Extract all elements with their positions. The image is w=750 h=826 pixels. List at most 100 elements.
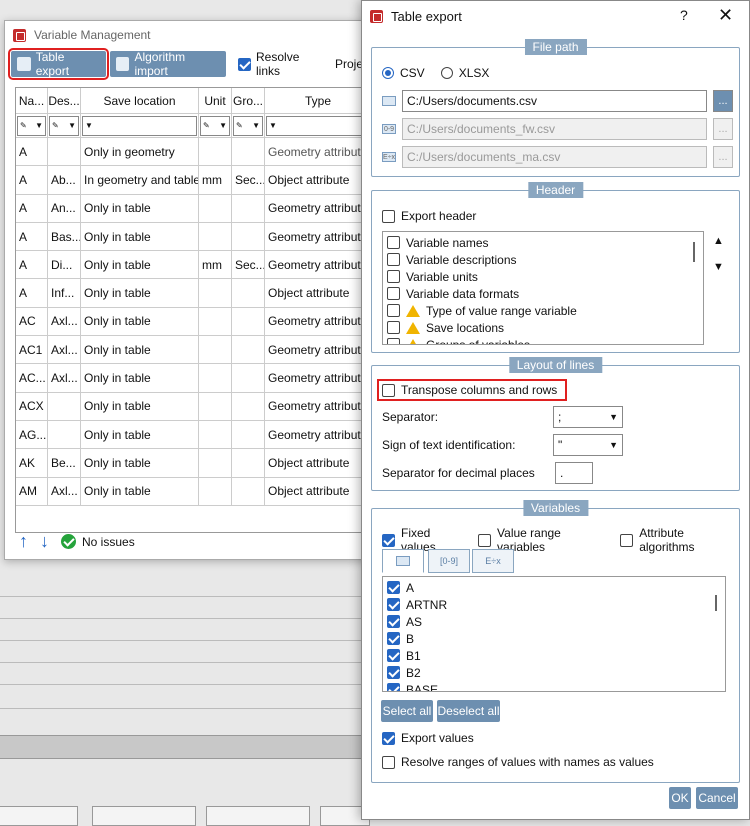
filter-box[interactable]: ✎ ▼ — [233, 115, 263, 136]
move-down-triangle-icon[interactable]: ▼ — [713, 261, 724, 273]
separator-select[interactable]: ; ▼ — [553, 406, 623, 428]
table-cell[interactable]: Ab... — [48, 166, 81, 195]
browse-button-3[interactable]: ... — [713, 146, 733, 168]
table-cell[interactable] — [48, 392, 81, 421]
table-cell[interactable]: AC — [16, 307, 48, 337]
header-list-item[interactable]: Variable data formats — [383, 285, 703, 302]
table-cell[interactable]: A — [16, 194, 48, 223]
table-cell[interactable] — [232, 392, 265, 421]
column-header[interactable]: Save location — [81, 88, 199, 114]
table-export-button[interactable]: Table export — [8, 48, 109, 80]
filter-box[interactable]: ✎ ▼ — [200, 115, 230, 136]
decimal-separator-input[interactable]: . — [555, 462, 593, 484]
table-row[interactable]: AG... Only in table Geometry attribute — [16, 420, 370, 450]
table-cell[interactable]: Sec... — [232, 251, 265, 280]
path-input-1[interactable]: C:/Users/documents.csv — [402, 90, 707, 112]
table-cell[interactable]: Geometry attribute — [265, 336, 370, 365]
table-cell[interactable]: AG... — [16, 420, 48, 450]
column-filter[interactable]: ✎ ▼ — [16, 114, 48, 138]
header-list-item[interactable]: Variable names — [383, 234, 703, 251]
table-row[interactable]: AC... Axl... Only in table Geometry attribu… — [16, 364, 370, 393]
attribute-algorithms-check[interactable] — [620, 533, 634, 547]
transpose-checkbox[interactable]: Transpose columns and rows — [376, 379, 568, 401]
table-cell[interactable]: Sec... — [232, 166, 265, 195]
value-range-check[interactable] — [478, 533, 492, 547]
table-cell[interactable]: A — [16, 166, 48, 195]
table-cell[interactable] — [199, 449, 232, 478]
column-header[interactable]: Unit — [199, 88, 232, 114]
table-row[interactable]: A Bas... Only in table Geometry attribute — [16, 222, 370, 252]
close-button[interactable]: ✕ — [718, 5, 733, 26]
table-cell[interactable]: Object attribute — [265, 279, 370, 308]
table-cell[interactable]: Only in table — [81, 336, 199, 365]
table-cell[interactable]: Bas... — [48, 222, 81, 252]
export-header-check[interactable] — [382, 209, 395, 223]
browse-button-1[interactable]: ... — [713, 90, 733, 112]
table-cell[interactable]: Geometry attribute — [265, 421, 370, 450]
header-list-item[interactable]: Save locations — [383, 319, 703, 336]
table-cell[interactable]: A — [16, 251, 48, 280]
export-values-checkbox[interactable]: Export values — [382, 731, 474, 745]
table-cell[interactable] — [199, 420, 232, 450]
table-cell[interactable] — [199, 392, 232, 421]
column-header[interactable]: Type — [265, 88, 370, 114]
table-cell[interactable] — [232, 194, 265, 223]
column-header[interactable]: Gro... — [232, 88, 265, 114]
help-button[interactable]: ? — [680, 7, 688, 23]
table-cell[interactable]: ACX — [16, 392, 48, 421]
export-header-checkbox[interactable]: Export header — [382, 209, 476, 223]
column-filter[interactable]: ▼ — [81, 114, 199, 138]
variable-list-item[interactable]: A — [383, 579, 725, 596]
variable-check[interactable] — [387, 683, 400, 691]
table-cell[interactable]: AC1 — [16, 336, 48, 365]
header-item-check[interactable] — [387, 236, 400, 249]
select-all-button[interactable]: Select all — [381, 700, 433, 722]
filter-box[interactable]: ▼ — [266, 115, 370, 136]
variable-check[interactable] — [387, 666, 400, 679]
table-row[interactable]: AC1 Axl... Only in table Geometry attribute — [16, 336, 370, 365]
table-cell[interactable] — [199, 194, 232, 223]
table-cell[interactable]: Only in table — [81, 449, 199, 478]
table-cell[interactable]: Geometry attribute — [265, 138, 370, 167]
header-item-check[interactable] — [387, 338, 400, 344]
table-cell[interactable]: Geometry attribute — [265, 223, 370, 252]
table-cell[interactable] — [199, 307, 232, 337]
text-identification-select[interactable]: " ▼ — [553, 434, 623, 456]
table-cell[interactable]: An... — [48, 194, 81, 223]
table-cell[interactable]: mm — [199, 166, 232, 195]
tab-fixed-values[interactable] — [382, 549, 424, 573]
transpose-check[interactable] — [382, 383, 395, 397]
table-cell[interactable]: Object attribute — [265, 166, 370, 195]
resolve-ranges-check[interactable] — [382, 755, 395, 769]
column-filter[interactable]: ✎ ▼ — [232, 114, 265, 138]
column-filter[interactable]: ✎ ▼ — [199, 114, 232, 138]
table-cell[interactable]: Object attribute — [265, 478, 370, 506]
table-cell[interactable] — [199, 364, 232, 393]
table-cell[interactable]: Geometry attribute — [265, 393, 370, 421]
move-up-icon[interactable]: ↑ — [19, 531, 28, 552]
path-input-2[interactable]: C:/Users/documents_fw.csv — [402, 118, 707, 140]
table-cell[interactable]: Only in geometry — [81, 138, 199, 167]
move-down-icon[interactable]: ↓ — [40, 531, 49, 552]
table-cell[interactable]: Object attribute — [265, 449, 370, 478]
column-header[interactable]: Na... — [16, 88, 48, 114]
header-item-check[interactable] — [387, 287, 400, 300]
cancel-button[interactable]: Cancel — [696, 787, 738, 809]
scrollbar-thumb[interactable] — [715, 595, 717, 611]
table-cell[interactable] — [232, 222, 265, 252]
table-cell[interactable] — [199, 222, 232, 252]
table-cell[interactable]: Only in table — [81, 279, 199, 308]
column-filter[interactable]: ▼ — [265, 114, 370, 138]
tab-algorithms[interactable]: E÷x — [472, 549, 514, 573]
variable-list-item[interactable]: AS — [383, 613, 725, 630]
header-list-item[interactable]: Variable units — [383, 268, 703, 285]
path-input-3[interactable]: C:/Users/documents_ma.csv — [402, 146, 707, 168]
table-cell[interactable]: Geometry attribute — [265, 364, 370, 393]
table-cell[interactable]: Only in table — [81, 392, 199, 421]
header-item-check[interactable] — [387, 253, 400, 266]
table-cell[interactable]: Only in table — [81, 194, 199, 223]
table-row[interactable]: A Ab... In geometry and table mm Sec... Objec… — [16, 166, 370, 195]
filter-box[interactable]: ✎ ▼ — [17, 115, 46, 136]
table-cell[interactable] — [232, 477, 265, 506]
table-cell[interactable] — [232, 336, 265, 365]
